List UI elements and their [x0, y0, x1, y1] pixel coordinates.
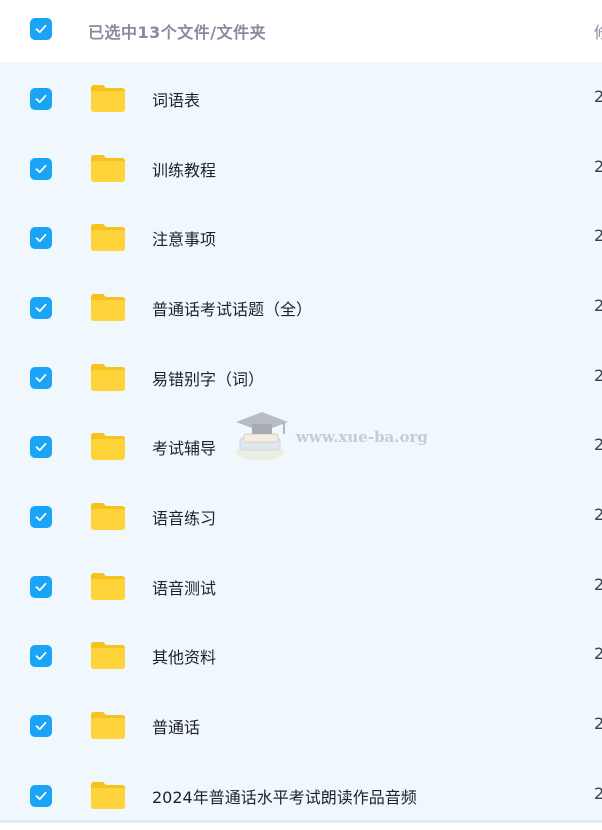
check-icon [35, 791, 47, 801]
file-row[interactable]: 语音练习 2 [0, 482, 602, 551]
folder-icon [91, 294, 125, 321]
file-name[interactable]: 注意事项 [152, 226, 216, 250]
modified-date: 2 [594, 296, 602, 315]
select-all-checkbox[interactable] [30, 18, 52, 40]
selection-count-label: 已选中13个文件/文件夹 [88, 23, 267, 42]
check-icon [35, 233, 47, 243]
folder-icon [91, 364, 125, 391]
watermark: www.xue-ba.org [232, 408, 432, 468]
row-checkbox[interactable] [30, 436, 52, 458]
modified-date: 2 [594, 435, 602, 454]
file-row[interactable]: 易错别字（词） 2 [0, 343, 602, 412]
row-checkbox[interactable] [30, 785, 52, 807]
check-icon [35, 94, 47, 104]
modified-date: 2 [594, 714, 602, 733]
file-name[interactable]: 2024年普通话水平考试朗读作品音频 [152, 784, 417, 808]
row-checkbox[interactable] [30, 576, 52, 598]
modified-date: 2 [594, 157, 602, 176]
folder-icon [91, 85, 125, 112]
modified-date: 2 [594, 644, 602, 663]
check-icon [35, 24, 47, 34]
file-name[interactable]: 普通话 [152, 714, 200, 738]
file-name[interactable]: 易错别字（词） [152, 366, 264, 390]
check-icon [35, 442, 47, 452]
check-icon [35, 721, 47, 731]
file-name[interactable]: 普通话考试话题（全） [152, 296, 312, 320]
check-icon [35, 303, 47, 313]
row-checkbox[interactable] [30, 645, 52, 667]
file-row[interactable]: 词语表 2 [0, 64, 602, 133]
folder-icon [91, 433, 125, 460]
row-checkbox[interactable] [30, 227, 52, 249]
folder-icon [91, 155, 125, 182]
graduation-cap-icon [236, 412, 288, 460]
file-row[interactable]: 其他资料 2 [0, 621, 602, 690]
check-icon [35, 373, 47, 383]
file-row[interactable]: 普通话 2 [0, 691, 602, 760]
row-checkbox[interactable] [30, 506, 52, 528]
file-name[interactable]: 其他资料 [152, 644, 216, 668]
file-row[interactable]: 训练教程 2 [0, 134, 602, 203]
file-name[interactable]: 考试辅导 [152, 435, 216, 459]
check-icon [35, 651, 47, 661]
row-checkbox[interactable] [30, 88, 52, 110]
folder-icon [91, 712, 125, 739]
folder-icon [91, 503, 125, 530]
file-row[interactable]: 语音测试 2 [0, 552, 602, 621]
folder-icon [91, 573, 125, 600]
row-checkbox[interactable] [30, 297, 52, 319]
check-icon [35, 164, 47, 174]
modified-date: 2 [594, 366, 602, 385]
file-row[interactable]: 注意事项 2 [0, 203, 602, 272]
file-row[interactable]: 普通话考试话题（全） 2 [0, 273, 602, 342]
check-icon [35, 512, 47, 522]
row-checkbox[interactable] [30, 715, 52, 737]
folder-icon [91, 642, 125, 669]
row-checkbox[interactable] [30, 158, 52, 180]
row-checkbox[interactable] [30, 367, 52, 389]
folder-icon [91, 782, 125, 809]
modified-date: 2 [594, 784, 602, 803]
check-icon [35, 582, 47, 592]
modified-column-header[interactable]: 修 [594, 19, 602, 43]
file-name[interactable]: 语音练习 [152, 505, 216, 529]
list-header: 已选中13个文件/文件夹 修 [0, 0, 602, 62]
modified-date: 2 [594, 575, 602, 594]
watermark-text: www.xue-ba.org [296, 428, 428, 446]
folder-icon [91, 224, 125, 251]
file-name[interactable]: 训练教程 [152, 157, 216, 181]
file-name[interactable]: 语音测试 [152, 575, 216, 599]
file-name[interactable]: 词语表 [152, 87, 200, 111]
modified-date: 2 [594, 87, 602, 106]
modified-date: 2 [594, 226, 602, 245]
modified-date: 2 [594, 505, 602, 524]
